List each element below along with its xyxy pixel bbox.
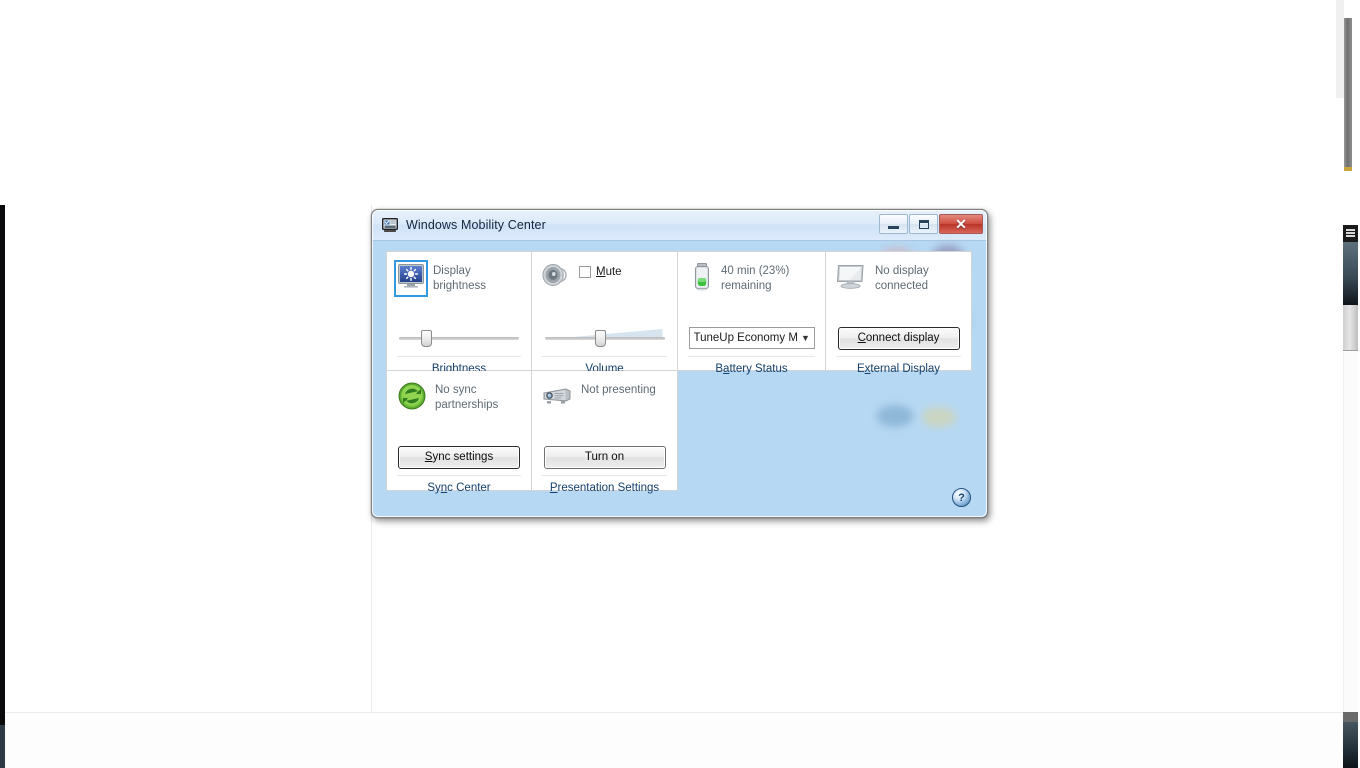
tile-sync-footer: Sync Center [397,475,521,500]
brightness-slider-thumb[interactable] [420,330,432,347]
speaker-icon[interactable] [542,262,570,293]
tile-brightness[interactable]: Display brightness Brightness [386,251,532,375]
tile-row-1: Display brightness Brightness Mute Volum… [386,251,975,375]
tile-external-display-footer: External Display [836,356,961,381]
window-title: Windows Mobility Center [406,218,546,232]
scrollbar-marker [1344,167,1352,171]
brightness-focus-outline [394,260,428,297]
tile-brightness-control [387,320,531,356]
tile-sync[interactable]: No sync partnerships Sync settings Sync … [386,371,532,494]
tile-row-2: No sync partnerships Sync settings Sync … [386,371,975,494]
brightness-icon[interactable] [394,260,428,297]
volume-slider-thumb[interactable] [594,330,606,347]
brightness-slider-track [399,337,519,340]
scrollbar-down-arrow[interactable] [1343,712,1358,722]
tile-battery-control: TuneUp Economy M ▼ [678,320,825,356]
volume-slider[interactable] [544,328,665,348]
tile-presentation-caption: Not presenting [581,384,656,396]
background-panel-bottom [5,712,1345,768]
sync-icon [398,382,426,415]
power-plan-combobox[interactable]: TuneUp Economy M ▼ [688,327,815,349]
sync-settings-label: Sync settings [424,451,494,463]
scrollbar-track-top[interactable] [1336,0,1344,98]
left-edge-bar [0,205,5,768]
background-panel-left [5,205,372,725]
connect-display-button[interactable]: Connect display [837,326,960,350]
mobility-center-window[interactable]: Windows Mobility Center ✕ Display bright… [371,209,988,518]
connect-display-label: Connect display [857,332,940,344]
monitor-icon [836,264,866,295]
tile-battery-header: 40 min (23%) remaining [678,252,825,320]
tile-volume-header: Mute [532,252,677,320]
projector-icon [542,386,572,411]
scrollbar-up-arrow[interactable] [1343,225,1358,242]
minimize-button[interactable] [879,214,908,234]
chevron-down-icon[interactable]: ▼ [798,328,814,348]
mute-label: Mute [596,266,622,278]
tile-volume-control [532,320,677,356]
close-button[interactable]: ✕ [939,214,983,234]
scrollbar-thumb-middle[interactable] [1343,242,1358,305]
external-display-link[interactable]: External Display [857,363,940,375]
help-icon[interactable]: ? [952,488,971,507]
minimize-icon [888,225,899,229]
help-glyph: ? [958,491,965,504]
sync-center-link[interactable]: Sync Center [427,482,490,494]
tile-sync-caption: No sync partnerships [435,384,499,411]
screen: Windows Mobility Center ✕ Display bright… [0,0,1360,768]
tile-brightness-caption: Display brightness [433,265,487,292]
tile-sync-control: Sync settings [387,439,531,475]
tile-battery[interactable]: 40 min (23%) remaining TuneUp Economy M … [678,251,826,375]
tile-presentation[interactable]: Not presenting Turn on Presentation Sett… [532,371,678,494]
presentation-settings-link[interactable]: Presentation Settings [550,482,659,494]
window-controls: ✕ [878,214,983,234]
background-divider [371,525,372,712]
turn-on-label: Turn on [584,451,625,463]
tile-battery-caption: 40 min (23%) remaining [721,265,790,292]
tile-external-display-caption: No display connected [875,265,929,292]
tile-presentation-control: Turn on [532,439,677,475]
tile-external-display-header: No display connected [826,252,971,320]
mute-row[interactable]: Mute [579,262,622,278]
scrollbar-thumb-bottom[interactable] [1343,722,1358,768]
maximize-button[interactable] [909,214,938,234]
tile-volume[interactable]: Mute Volume [532,251,678,375]
power-plan-value: TuneUp Economy M [693,332,798,344]
window-body: Display brightness Brightness Mute Volum… [372,241,987,517]
tile-battery-footer: Battery Status [688,356,815,381]
close-icon: ✕ [955,216,967,232]
tile-presentation-header: Not presenting [532,371,677,439]
battery-icon [692,263,712,296]
tile-external-display[interactable]: No display connected Connect display Ext… [826,251,972,375]
mobility-center-icon [382,217,398,233]
scrollbar-track-lower[interactable] [1343,352,1358,712]
scrollbar-thumb-top[interactable] [1344,18,1352,169]
battery-status-link[interactable]: Battery Status [715,363,787,375]
scrollbar-track-middle[interactable] [1343,305,1358,351]
turn-on-button[interactable]: Turn on [543,445,666,469]
tile-external-display-control: Connect display [826,320,971,356]
tile-sync-header: No sync partnerships [387,371,531,439]
left-edge-bar-lower [0,725,5,768]
tiles-container: Display brightness Brightness Mute Volum… [386,251,975,494]
tile-presentation-footer: Presentation Settings [542,475,667,500]
maximize-icon [918,219,929,229]
tile-brightness-header: Display brightness [387,252,531,320]
brightness-slider[interactable] [399,328,519,348]
sync-settings-button[interactable]: Sync settings [398,445,520,469]
title-bar[interactable]: Windows Mobility Center ✕ [372,210,987,241]
mute-checkbox[interactable] [579,266,591,278]
